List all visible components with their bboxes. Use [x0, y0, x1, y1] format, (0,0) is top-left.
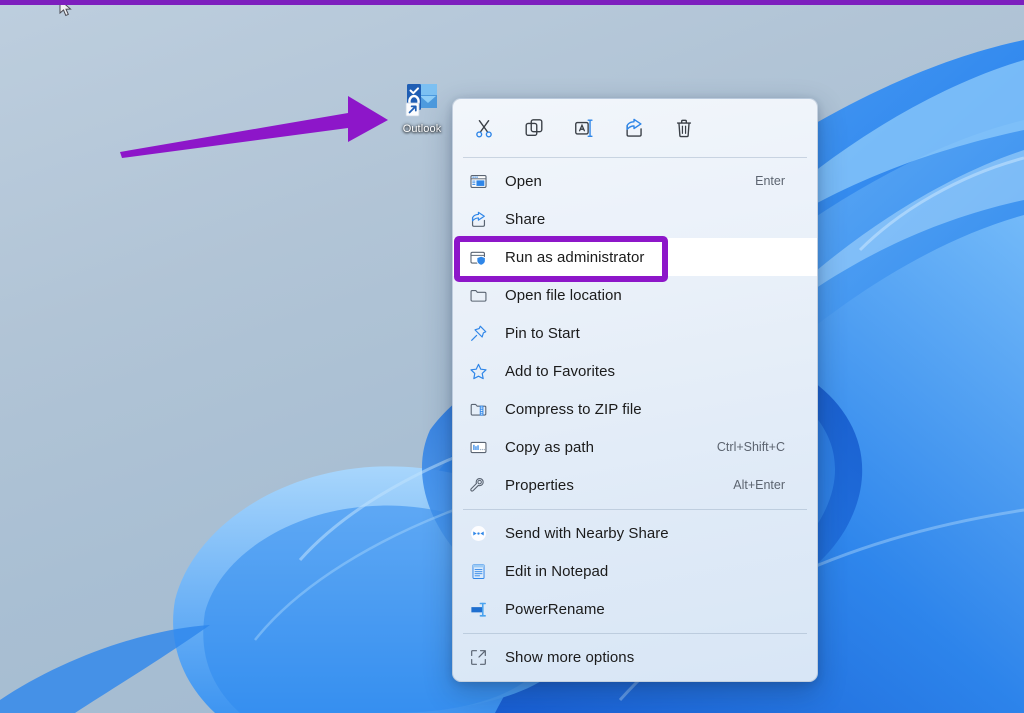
- menu-item-properties[interactable]: Properties Alt+Enter: [453, 466, 817, 504]
- menu-item-label: Compress to ZIP file: [495, 401, 785, 418]
- menu-item-open-file-location[interactable]: Open file location: [453, 276, 817, 314]
- copy-button[interactable]: [517, 111, 551, 145]
- menu-item-shortcut: Enter: [755, 174, 803, 188]
- delete-icon: [673, 117, 695, 139]
- nearby-share-icon: [469, 524, 495, 543]
- desktop-icon-label: Outlook: [386, 123, 458, 135]
- menu-item-label: Open: [495, 173, 755, 190]
- menu-item-compress-to-zip[interactable]: Compress to ZIP file: [453, 390, 817, 428]
- menu-item-show-more-options[interactable]: Show more options: [453, 638, 817, 676]
- menu-item-label: Copy as path: [495, 439, 717, 456]
- annotation-top-border: [0, 0, 1024, 5]
- open-window-icon: [469, 172, 495, 191]
- menu-item-run-as-administrator[interactable]: Run as administrator: [453, 238, 817, 276]
- copy-icon: [523, 117, 545, 139]
- desktop-screen: Outlook: [0, 0, 1024, 713]
- menu-item-shortcut: Ctrl+Shift+C: [717, 440, 803, 454]
- cut-button[interactable]: [467, 111, 501, 145]
- rename-icon: [573, 117, 595, 139]
- context-menu-toolbar: [453, 99, 817, 157]
- delete-button[interactable]: [667, 111, 701, 145]
- share-icon: [469, 210, 495, 229]
- menu-item-open[interactable]: Open Enter: [453, 162, 817, 200]
- menu-item-label: Properties: [495, 477, 733, 494]
- menu-item-label: Share: [495, 211, 785, 228]
- cut-icon: [473, 117, 495, 139]
- outlook-icon: [401, 78, 443, 120]
- rename-button[interactable]: [567, 111, 601, 145]
- menu-item-shortcut: Alt+Enter: [733, 478, 803, 492]
- menu-item-label: Pin to Start: [495, 325, 785, 342]
- menu-group-primary: Open Enter Share: [453, 158, 817, 509]
- folder-icon: [469, 286, 495, 305]
- menu-item-copy-as-path[interactable]: Copy as path Ctrl+Shift+C: [453, 428, 817, 466]
- zip-folder-icon: [469, 400, 495, 419]
- pin-icon: [469, 324, 495, 343]
- menu-item-send-with-nearby-share[interactable]: Send with Nearby Share: [453, 514, 817, 552]
- menu-item-label: PowerRename: [495, 601, 785, 618]
- desktop-icon-outlook[interactable]: Outlook: [386, 78, 458, 135]
- menu-item-label: Edit in Notepad: [495, 563, 785, 580]
- menu-item-powerrename[interactable]: PowerRename: [453, 590, 817, 628]
- menu-item-label: Send with Nearby Share: [495, 525, 785, 542]
- share-button[interactable]: [617, 111, 651, 145]
- shield-window-icon: [469, 248, 495, 267]
- menu-item-label: Show more options: [495, 649, 785, 666]
- powerrename-icon: [469, 600, 495, 619]
- show-more-icon: [469, 648, 495, 667]
- menu-item-label: Open file location: [495, 287, 785, 304]
- context-menu: Open Enter Share: [452, 98, 818, 682]
- menu-group-more: Show more options: [453, 634, 817, 681]
- menu-item-add-to-favorites[interactable]: Add to Favorites: [453, 352, 817, 390]
- menu-item-edit-in-notepad[interactable]: Edit in Notepad: [453, 552, 817, 590]
- share-icon: [623, 117, 645, 139]
- copy-path-icon: [469, 438, 495, 457]
- menu-item-label: Run as administrator: [495, 249, 785, 266]
- menu-item-label: Add to Favorites: [495, 363, 785, 380]
- wrench-icon: [469, 476, 495, 495]
- menu-item-share[interactable]: Share: [453, 200, 817, 238]
- star-icon: [469, 362, 495, 381]
- notepad-icon: [469, 562, 495, 581]
- menu-item-pin-to-start[interactable]: Pin to Start: [453, 314, 817, 352]
- purple-arrow-annotation: [110, 80, 400, 160]
- menu-group-apps: Send with Nearby Share: [453, 510, 817, 633]
